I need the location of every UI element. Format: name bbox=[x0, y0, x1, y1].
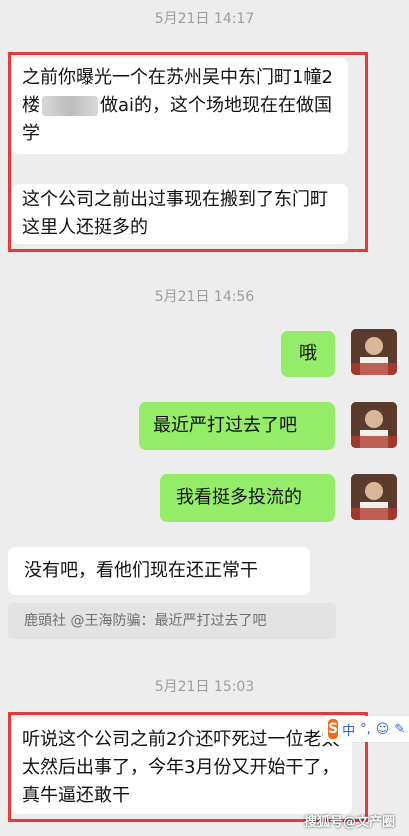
message-text: 最近严打过去了吧 bbox=[153, 415, 297, 436]
blurred-redaction bbox=[42, 96, 98, 116]
avatar[interactable] bbox=[351, 402, 397, 448]
message-text: 之前你曝光一个在苏州吴中东门町1幢2楼 做ai的，这个场地现在在做国学 bbox=[22, 67, 333, 144]
timestamp: 5月21日 14:56 bbox=[154, 289, 255, 305]
outgoing-message[interactable]: 哦 bbox=[281, 331, 335, 377]
incoming-message[interactable]: 这个公司之前出过事现在搬到了东门町这里人还挺多的 bbox=[12, 184, 348, 244]
ime-punctuation-button[interactable]: °, bbox=[360, 722, 371, 737]
ime-toolbar[interactable]: S 中 °, ☺ ✎ bbox=[323, 716, 409, 742]
timestamp: 5月21日 14:17 bbox=[154, 11, 255, 27]
message-text: 这个公司之前出过事现在搬到了东门町这里人还挺多的 bbox=[22, 189, 328, 238]
outgoing-message[interactable]: 最近严打过去了吧 bbox=[139, 402, 335, 450]
avatar-photo bbox=[351, 474, 397, 520]
incoming-message[interactable]: 没有吧，看他们现在还正常干 bbox=[8, 547, 310, 595]
avatar-photo bbox=[351, 402, 397, 448]
avatar[interactable] bbox=[351, 329, 397, 375]
message-text: 听说这个公司之前2介还吓死过一位老太太然后出事了，今年3月份又开始干了，真牛逼还… bbox=[22, 729, 340, 806]
message-text: 没有吧，看他们现在还正常干 bbox=[24, 560, 258, 581]
watermark: 搜狐号@文产圈 bbox=[303, 815, 395, 830]
ime-emoji-icon[interactable]: ☺ bbox=[376, 722, 390, 737]
avatar[interactable] bbox=[351, 474, 397, 520]
message-text: 哦 bbox=[299, 343, 317, 364]
message-text: 我看挺多投流的 bbox=[176, 487, 302, 508]
avatar-photo bbox=[351, 329, 397, 375]
ime-mode-button[interactable]: 中 bbox=[342, 720, 355, 739]
outgoing-message[interactable]: 我看挺多投流的 bbox=[160, 474, 335, 522]
timestamp: 5月21日 15:03 bbox=[154, 679, 255, 695]
quote-text: 鹿頭社 @王海防骗：最近严打过去了吧 bbox=[24, 613, 267, 629]
ime-handwrite-icon[interactable]: ✎ bbox=[394, 722, 405, 737]
incoming-message[interactable]: 之前你曝光一个在苏州吴中东门町1幢2楼 做ai的，这个场地现在在做国学 bbox=[12, 58, 348, 154]
incoming-message[interactable]: 听说这个公司之前2介还吓死过一位老太太然后出事了，今年3月份又开始干了，真牛逼还… bbox=[12, 718, 352, 814]
sogou-logo-icon: S bbox=[328, 719, 339, 739]
quoted-reply[interactable]: 鹿頭社 @王海防骗：最近严打过去了吧 bbox=[8, 603, 336, 639]
